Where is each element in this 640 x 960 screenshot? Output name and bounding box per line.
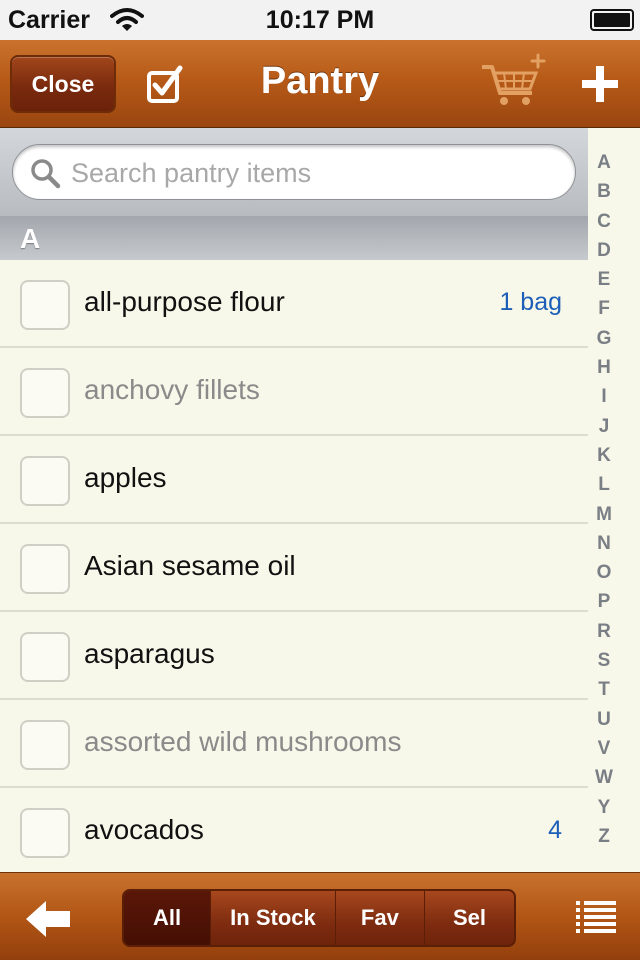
item-quantity: 1 bag [499,288,562,316]
index-letter[interactable]: F [588,294,620,323]
section-header-letter: A [20,223,41,254]
search-icon [31,159,61,189]
item-checkbox[interactable] [20,720,70,770]
item-checkbox[interactable] [20,280,70,330]
search-field[interactable] [12,144,576,200]
section-header: A [0,216,588,260]
alphabet-index[interactable]: ABCDEFGHIJKLMNOPRSTUVWYZ [588,148,620,858]
index-letter[interactable]: T [588,675,620,704]
back-arrow-icon[interactable] [24,899,72,939]
index-letter[interactable]: E [588,265,620,294]
filter-segment-sel[interactable]: Sel [425,891,514,945]
filter-segmented-control: All In Stock Fav Sel [122,889,516,947]
index-letter[interactable]: C [588,207,620,236]
search-bar [0,128,588,216]
filter-segment-all[interactable]: All [124,891,212,945]
index-letter[interactable]: L [588,470,620,499]
index-letter[interactable]: Y [588,793,620,822]
item-checkbox[interactable] [20,808,70,858]
filter-segment-in-stock[interactable]: In Stock [211,891,336,945]
index-letter[interactable]: P [588,587,620,616]
pantry-list: all-purpose flour 1 bag anchovy fillets app… [0,260,588,876]
index-letter[interactable]: W [588,763,620,792]
list-item[interactable]: asparagus [0,612,588,700]
item-name: Asian sesame oil [84,550,296,581]
index-letter[interactable]: N [588,529,620,558]
index-letter[interactable]: O [588,558,620,587]
index-letter[interactable]: U [588,705,620,734]
index-letter[interactable]: H [588,353,620,382]
item-name: apples [84,462,167,493]
index-letter[interactable]: S [588,646,620,675]
battery-icon [590,9,634,31]
index-letter[interactable]: Z [588,822,620,851]
index-letter[interactable]: I [588,382,620,411]
item-checkbox[interactable] [20,456,70,506]
filter-segment-fav[interactable]: Fav [336,891,425,945]
index-letter[interactable]: A [588,148,620,177]
plus-icon[interactable] [580,64,620,104]
index-letter[interactable]: R [588,617,620,646]
list-item[interactable]: Asian sesame oil [0,524,588,612]
list-item[interactable]: anchovy fillets [0,348,588,436]
index-letter[interactable]: J [588,412,620,441]
list-item[interactable]: avocados 4 [0,788,588,876]
item-checkbox[interactable] [20,368,70,418]
item-name: all-purpose flour [84,286,285,317]
search-input[interactable] [71,153,551,193]
item-name: asparagus [84,638,215,669]
index-letter[interactable]: G [588,324,620,353]
index-letter[interactable]: V [588,734,620,763]
item-checkbox[interactable] [20,544,70,594]
add-to-cart-icon[interactable] [480,53,550,111]
nav-bar: Close Pantry [0,40,640,128]
item-name: assorted wild mushrooms [84,726,402,757]
list-item[interactable]: assorted wild mushrooms [0,700,588,788]
checkmark-icon[interactable] [146,65,184,105]
clock: 10:17 PM [265,6,375,34]
close-button[interactable]: Close [10,55,116,113]
status-bar: Carrier 10:17 PM [0,0,640,40]
item-checkbox[interactable] [20,632,70,682]
item-quantity: 4 [548,816,562,844]
list-item[interactable]: apples [0,436,588,524]
item-name: anchovy fillets [84,374,260,405]
list-item[interactable]: all-purpose flour 1 bag [0,260,588,348]
index-letter[interactable]: D [588,236,620,265]
bottom-toolbar: All In Stock Fav Sel [0,872,640,960]
index-letter[interactable]: K [588,441,620,470]
list-icon[interactable] [576,901,616,935]
item-name: avocados [84,814,204,845]
index-letter[interactable]: M [588,500,620,529]
index-letter[interactable]: B [588,177,620,206]
